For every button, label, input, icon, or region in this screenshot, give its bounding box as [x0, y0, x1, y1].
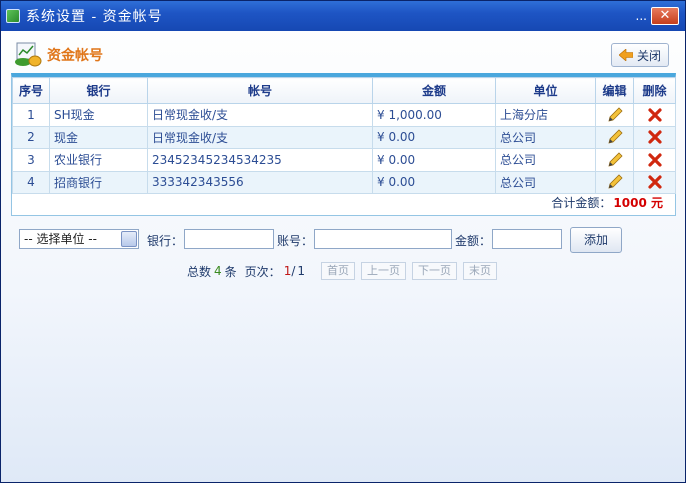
edit-cell[interactable]: [595, 170, 634, 194]
window-controls: ... ✕: [636, 7, 679, 25]
accounts-table: 序号 银行 帐号 金额 单位 编辑 删除 1 SH现金 日常现金收/支 ¥ 1,…: [11, 73, 676, 216]
close-button-label: 关闭: [636, 48, 661, 63]
col-header-account: 帐号: [147, 77, 373, 104]
col-header-edit: 编辑: [595, 77, 634, 104]
edit-cell[interactable]: [595, 148, 634, 172]
pencil-icon[interactable]: [607, 129, 623, 145]
cell-unit: 上海分店: [495, 103, 596, 127]
unit-select[interactable]: -- 选择单位 --: [19, 229, 139, 249]
app-icon: [6, 9, 20, 23]
window-close-button[interactable]: ✕: [651, 7, 679, 25]
total-amount: 合计金额： 1000 元: [551, 194, 663, 211]
account-label: 账号：: [277, 234, 314, 248]
table-row: 3 农业银行 23452345234534235 ¥ 0.00 总公司: [12, 148, 676, 172]
col-header-unit: 单位: [495, 77, 596, 104]
first-page-button[interactable]: 首页: [321, 262, 356, 280]
delete-cell[interactable]: [633, 148, 676, 172]
money-chart-icon: [15, 42, 42, 67]
total-label: 合计金额：: [551, 196, 612, 210]
delete-x-icon[interactable]: [647, 129, 663, 145]
cell-unit: 总公司: [495, 125, 596, 149]
cell-amount: ¥ 0.00: [372, 148, 496, 172]
amount-input[interactable]: [492, 229, 562, 249]
window-title: 系统设置 - 资金帐号: [26, 9, 163, 25]
table-row: 4 招商银行 333342343556 ¥ 0.00 总公司: [12, 170, 676, 194]
bank-input[interactable]: [184, 229, 274, 249]
current-page: 1: [283, 264, 292, 278]
table-row: 1 SH现金 日常现金收/支 ¥ 1,000.00 上海分店: [12, 103, 676, 127]
col-header-no: 序号: [12, 77, 50, 104]
table-header-row: 序号 银行 帐号 金额 单位 编辑 删除: [12, 77, 676, 104]
count-prefix: 总数: [187, 264, 212, 279]
cell-account: 23452345234534235: [147, 148, 373, 172]
window: 系统设置 - 资金帐号 ... ✕ 资金帐号 关闭 序号 银行 帐号 金额 单位…: [0, 0, 686, 483]
cell-unit: 总公司: [495, 148, 596, 172]
amount-label: 金额：: [455, 234, 492, 248]
cell-no: 3: [12, 148, 50, 172]
edit-cell[interactable]: [595, 125, 634, 149]
cell-bank: 现金: [49, 125, 148, 149]
edit-cell[interactable]: [595, 103, 634, 127]
add-button[interactable]: 添加: [570, 227, 622, 253]
title-bar: 系统设置 - 资金帐号 ... ✕: [1, 1, 685, 31]
pagination: 总数 4 条 页次： 1 / 1 首页 上一页 下一页 末页: [187, 261, 498, 281]
delete-cell[interactable]: [633, 170, 676, 194]
pencil-icon[interactable]: [607, 107, 623, 123]
table-row: 2 现金 日常现金收/支 ¥ 0.00 总公司: [12, 125, 676, 149]
bank-label: 银行：: [147, 234, 184, 248]
total-value: 1000 元: [613, 196, 663, 210]
cell-no: 4: [12, 170, 50, 194]
cell-bank: 农业银行: [49, 148, 148, 172]
col-header-delete: 删除: [633, 77, 676, 104]
unit-select-value: -- 选择单位 --: [24, 232, 97, 246]
delete-x-icon[interactable]: [647, 174, 663, 190]
cell-account: 333342343556: [147, 170, 373, 194]
delete-x-icon[interactable]: [647, 152, 663, 168]
page-title: 资金帐号: [47, 48, 103, 64]
account-input[interactable]: [314, 229, 452, 249]
page-label: 页次：: [244, 264, 281, 279]
col-header-amount: 金额: [372, 77, 496, 104]
chevron-down-icon[interactable]: [121, 231, 137, 247]
count-suffix: 条: [224, 264, 237, 279]
pencil-icon[interactable]: [607, 174, 623, 190]
last-page-button[interactable]: 末页: [463, 262, 498, 280]
cell-no: 2: [12, 125, 50, 149]
pencil-icon[interactable]: [607, 152, 623, 168]
delete-cell[interactable]: [633, 103, 676, 127]
page-header: 资金帐号 关闭: [11, 39, 673, 69]
delete-x-icon[interactable]: [647, 107, 663, 123]
page-sep: /: [291, 264, 296, 278]
record-count: 4: [214, 264, 222, 278]
add-account-form: -- 选择单位 -- 银行： 账号： 金额： 添加: [19, 227, 639, 253]
total-pages: 1: [297, 264, 306, 278]
cell-no: 1: [12, 103, 50, 127]
window-menu-dots[interactable]: ...: [636, 9, 647, 23]
col-header-bank: 银行: [49, 77, 148, 104]
cell-amount: ¥ 0.00: [372, 125, 496, 149]
delete-cell[interactable]: [633, 125, 676, 149]
prev-page-button[interactable]: 上一页: [361, 262, 407, 280]
close-button[interactable]: 关闭: [611, 43, 669, 67]
cell-account: 日常现金收/支: [147, 103, 373, 127]
cell-amount: ¥ 0.00: [372, 170, 496, 194]
cell-bank: 招商银行: [49, 170, 148, 194]
cell-unit: 总公司: [495, 170, 596, 194]
cell-amount: ¥ 1,000.00: [372, 103, 496, 127]
cell-account: 日常现金收/支: [147, 125, 373, 149]
cell-bank: SH现金: [49, 103, 148, 127]
next-page-button[interactable]: 下一页: [412, 262, 458, 280]
arrow-left-icon: [618, 49, 633, 61]
